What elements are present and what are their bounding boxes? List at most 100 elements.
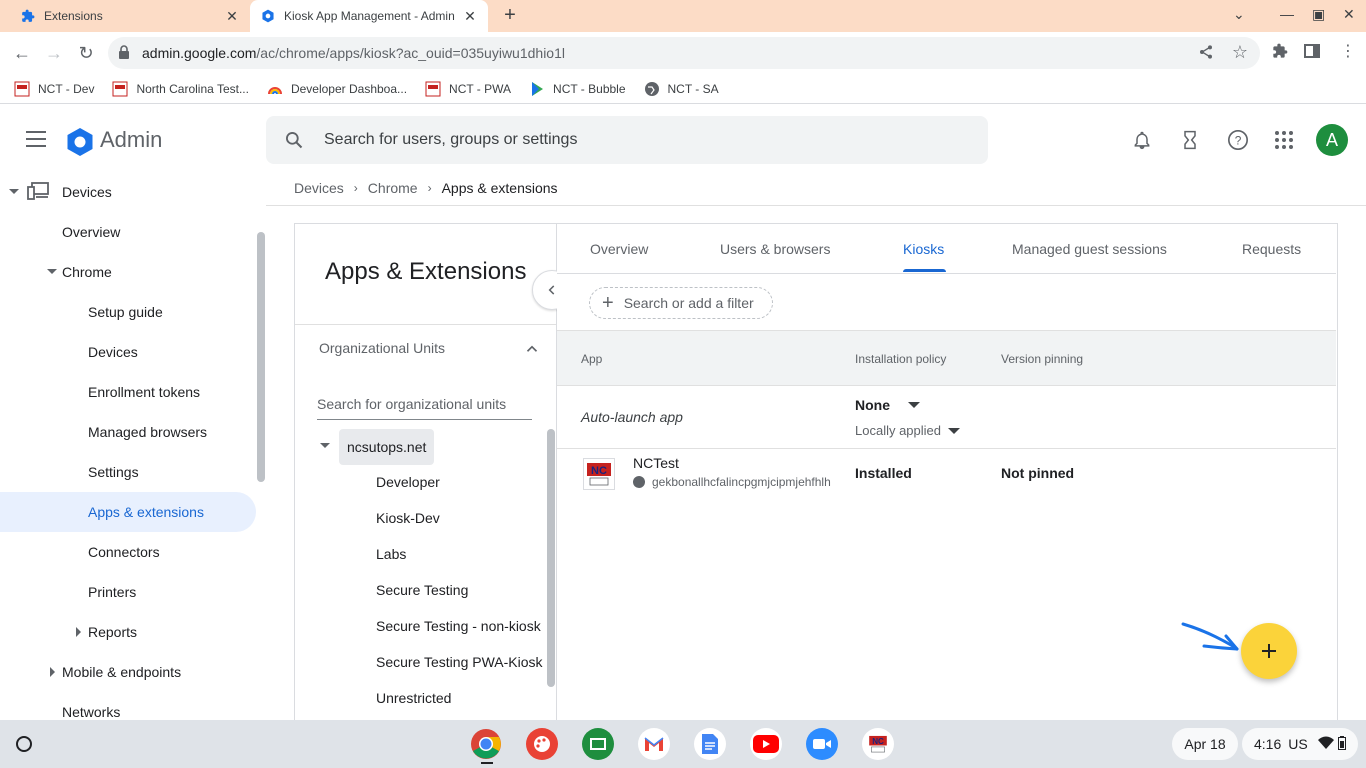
bookmark-item[interactable]: NCT - PWA <box>425 81 511 97</box>
ou-item[interactable]: Kiosk-Dev <box>376 510 440 526</box>
nav-scrollbar[interactable] <box>257 232 265 482</box>
nav-item-overview[interactable]: Overview <box>62 212 120 252</box>
chrome-app-icon[interactable] <box>470 728 502 760</box>
installation-policy-value[interactable]: Installed <box>855 465 912 481</box>
admin-search-input[interactable]: Search for users, groups or settings <box>266 116 988 164</box>
tab-overview[interactable]: Overview <box>590 241 648 257</box>
address-bar[interactable]: admin.google.com/ac/chrome/apps/kiosk?ac… <box>108 37 1260 69</box>
version-pinning-value[interactable]: Not pinned <box>1001 465 1074 481</box>
maximize-icon[interactable]: ▣ <box>1312 6 1325 23</box>
mobile-expand-icon[interactable] <box>50 667 55 677</box>
classroom-app-icon[interactable] <box>582 728 614 760</box>
nav-item-networks[interactable]: Networks <box>62 692 120 720</box>
notifications-bell-icon[interactable] <box>1130 128 1154 152</box>
svg-text:NC: NC <box>872 737 884 746</box>
nav-item-managed-browsers[interactable]: Managed browsers <box>88 412 207 452</box>
palette-app-icon[interactable] <box>526 728 558 760</box>
bookmark-item[interactable]: Developer Dashboa... <box>267 81 407 97</box>
app-name[interactable]: Admin <box>100 127 162 153</box>
chrome-expand-icon[interactable] <box>47 269 57 274</box>
close-window-icon[interactable]: ✕ <box>1343 6 1355 23</box>
chevron-up-icon[interactable] <box>523 340 541 361</box>
ou-item[interactable]: Secure Testing <box>376 582 468 598</box>
time-text: 4:16 <box>1254 736 1282 752</box>
ou-item[interactable]: Unrestricted <box>376 690 451 706</box>
autolaunch-inheritance-select[interactable]: Locally applied <box>855 423 941 438</box>
tab-kiosks[interactable]: Kiosks <box>903 241 944 257</box>
tab-managed-guest-sessions[interactable]: Managed guest sessions <box>1012 241 1167 257</box>
app-id-text: gekbonallhcfalincpgmjcipmjehfhlh <box>652 475 831 489</box>
bookmark-item[interactable]: North Carolina Test... <box>112 81 249 97</box>
bookmark-star-icon[interactable]: ☆ <box>1232 42 1248 63</box>
nav-item-mobile-endpoints[interactable]: Mobile & endpoints <box>62 652 181 692</box>
browser-menu-icon[interactable]: ⋮ <box>1340 41 1356 61</box>
forward-icon[interactable]: → <box>42 41 66 65</box>
ou-root-expand-icon[interactable] <box>320 443 330 448</box>
bookmark-item[interactable]: NCT - Dev <box>14 81 94 97</box>
close-tab-icon[interactable]: ✕ <box>224 8 240 25</box>
docs-app-icon[interactable] <box>694 728 726 760</box>
ou-scrollbar[interactable] <box>547 429 555 687</box>
nav-item-reports[interactable]: Reports <box>88 612 137 652</box>
admin-logo-icon[interactable] <box>64 126 96 158</box>
browser-tab-kiosk[interactable]: Kiosk App Management - Admin ✕ <box>250 0 488 32</box>
nav-item-devices[interactable]: Devices <box>62 172 112 212</box>
account-avatar[interactable]: A <box>1316 124 1348 156</box>
help-icon[interactable]: ? <box>1226 128 1250 152</box>
ou-item[interactable]: Labs <box>376 546 406 562</box>
nav-item-connectors[interactable]: Connectors <box>88 532 160 572</box>
ou-item[interactable]: Secure Testing - non-kiosk <box>376 618 541 634</box>
dropdown-arrow-icon[interactable] <box>908 402 920 408</box>
back-icon[interactable]: ← <box>10 41 34 65</box>
minimize-icon[interactable]: — <box>1280 6 1294 22</box>
app-name[interactable]: NCTest <box>633 455 679 471</box>
devices-expand-icon[interactable] <box>9 189 19 194</box>
tab-requests[interactable]: Requests <box>1242 241 1301 257</box>
bookmark-item[interactable]: NCT - SA <box>644 81 719 97</box>
nav-item-setup-guide[interactable]: Setup guide <box>88 292 163 332</box>
hourglass-icon[interactable] <box>1178 128 1202 152</box>
share-icon[interactable] <box>1198 44 1214 63</box>
breadcrumb-chrome[interactable]: Chrome <box>368 180 418 196</box>
youtube-app-icon[interactable] <box>750 728 782 760</box>
nctest-app-icon[interactable]: NC <box>862 728 894 760</box>
browser-tab-strip: Extensions ✕ Kiosk App Management - Admi… <box>0 0 1366 32</box>
nav-item-chrome-devices[interactable]: Devices <box>88 332 138 372</box>
apps-grid-icon[interactable] <box>1272 128 1296 152</box>
nav-item-printers[interactable]: Printers <box>88 572 136 612</box>
side-panel-icon[interactable] <box>1304 43 1320 62</box>
org-unit-search-input[interactable]: Search for organizational units <box>317 396 532 420</box>
breadcrumb-devices[interactable]: Devices <box>294 180 344 196</box>
gmail-app-icon[interactable] <box>638 728 670 760</box>
zoom-app-icon[interactable] <box>806 728 838 760</box>
bookmark-label: Developer Dashboa... <box>290 81 408 96</box>
ou-root-item[interactable]: ncsutops.net <box>339 429 435 465</box>
close-tab-icon[interactable]: ✕ <box>462 8 478 25</box>
nav-item-apps-extensions[interactable]: Apps & extensions <box>0 492 256 532</box>
browser-tab-extensions[interactable]: Extensions ✕ <box>0 0 250 32</box>
ou-item[interactable]: Developer <box>376 474 440 490</box>
ou-item[interactable]: Secure Testing PWA-Kiosk <box>376 654 543 670</box>
new-tab-icon[interactable]: + <box>498 4 522 28</box>
nav-item-enrollment-tokens[interactable]: Enrollment tokens <box>88 372 200 412</box>
lock-icon[interactable] <box>118 45 130 62</box>
add-filter-button[interactable]: + Search or add a filter <box>589 287 773 319</box>
status-tray[interactable]: 4:16 US <box>1242 728 1358 760</box>
bookmark-item[interactable]: NCT - Bubble <box>529 81 626 97</box>
tab-search-icon[interactable]: ⌄ <box>1233 6 1245 23</box>
url-host: admin.google.com <box>142 45 257 61</box>
calendar-pill[interactable]: Apr 18 <box>1172 728 1238 760</box>
nav-item-settings[interactable]: Settings <box>88 452 139 492</box>
table-row[interactable]: NC NCTest gekbonallhcfalincpgmjcipmjehfh… <box>557 449 1336 499</box>
extensions-icon[interactable] <box>1272 43 1288 62</box>
plus-icon: + <box>602 292 614 314</box>
nav-item-chrome[interactable]: Chrome <box>62 252 112 292</box>
add-app-fab-button[interactable] <box>1241 623 1297 679</box>
reports-expand-icon[interactable] <box>76 627 81 637</box>
autolaunch-policy-select[interactable]: None <box>855 397 890 413</box>
main-menu-icon[interactable] <box>26 131 46 149</box>
tab-users-browsers[interactable]: Users & browsers <box>720 241 830 257</box>
reload-icon[interactable]: ↻ <box>74 41 98 65</box>
dropdown-arrow-icon[interactable] <box>948 428 960 434</box>
launcher-icon[interactable] <box>16 736 32 752</box>
